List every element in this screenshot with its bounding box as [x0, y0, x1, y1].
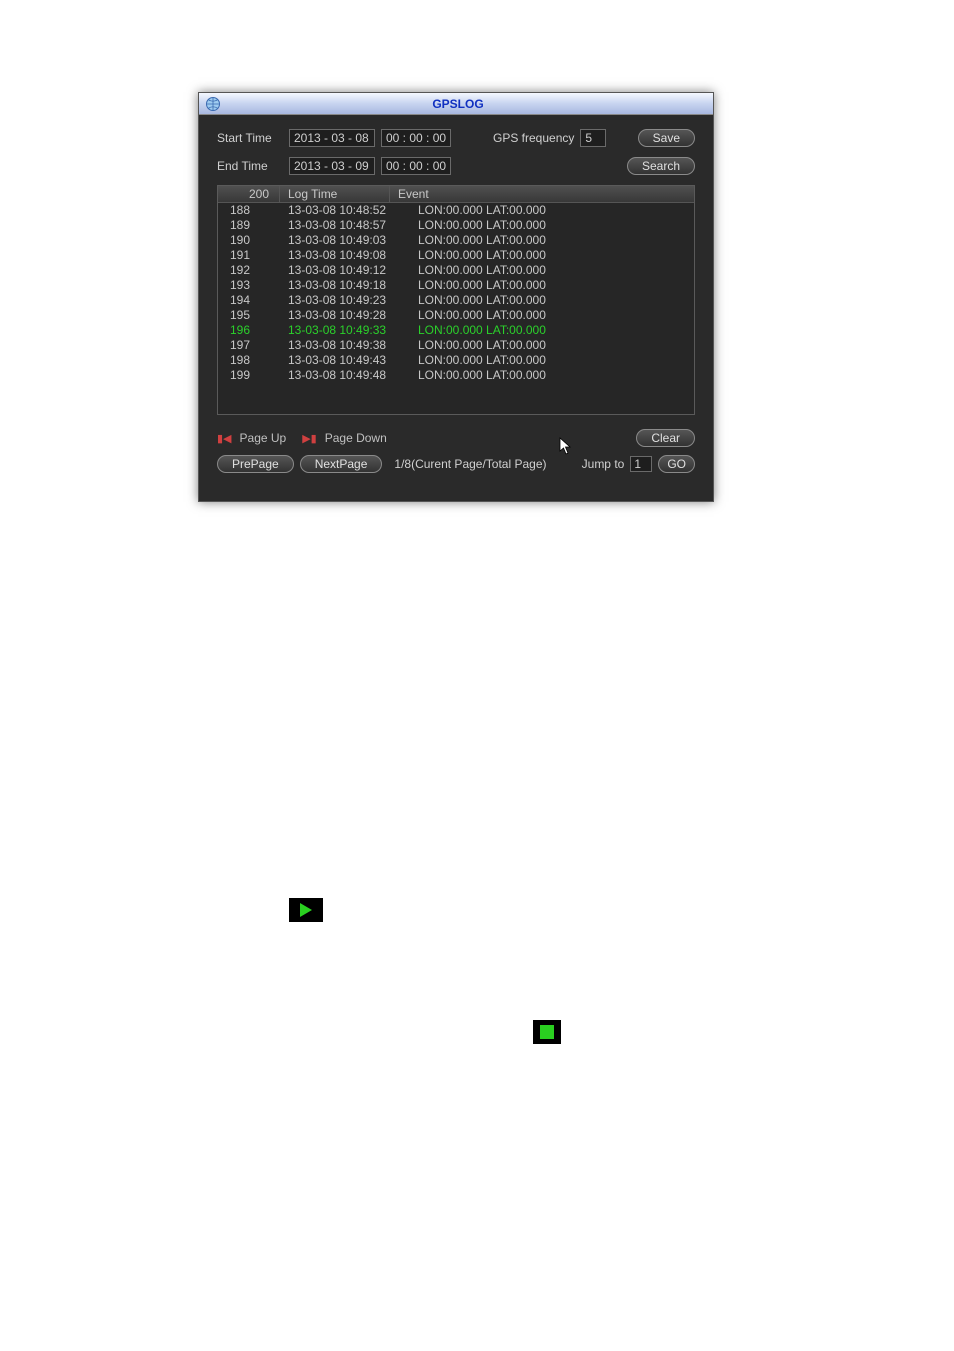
dialog-content: Start Time GPS frequency Save End Time S…: [199, 115, 713, 485]
table-row[interactable]: 19313-03-08 10:49:18LON:00.000 LAT:00.00…: [218, 278, 694, 293]
table-row[interactable]: 19813-03-08 10:49:43LON:00.000 LAT:00.00…: [218, 353, 694, 368]
start-time-row: Start Time GPS frequency Save: [217, 129, 695, 147]
play-icon[interactable]: [289, 898, 323, 922]
gpslog-dialog: GPSLOG Start Time GPS frequency Save End…: [198, 92, 714, 502]
dialog-title: GPSLOG: [227, 97, 689, 111]
row-index: 193: [218, 278, 280, 293]
table-row[interactable]: 19013-03-08 10:49:03LON:00.000 LAT:00.00…: [218, 233, 694, 248]
pagination-row-2: PrePage NextPage 1/8(Curent Page/Total P…: [217, 455, 695, 473]
end-date-field[interactable]: [289, 157, 375, 175]
row-time: 13-03-08 10:49:28: [280, 308, 410, 323]
save-button[interactable]: Save: [638, 129, 695, 147]
row-time: 13-03-08 10:49:08: [280, 248, 410, 263]
page-up-link[interactable]: Page Up: [240, 431, 287, 445]
table-row[interactable]: 19413-03-08 10:49:23LON:00.000 LAT:00.00…: [218, 293, 694, 308]
start-time-label: Start Time: [217, 131, 283, 145]
table-row[interactable]: 19213-03-08 10:49:12LON:00.000 LAT:00.00…: [218, 263, 694, 278]
page-info: 1/8(Curent Page/Total Page): [394, 457, 546, 471]
row-index: 198: [218, 353, 280, 368]
row-event: LON:00.000 LAT:00.000: [410, 203, 694, 218]
row-time: 13-03-08 10:49:12: [280, 263, 410, 278]
row-time: 13-03-08 10:49:23: [280, 293, 410, 308]
table-body: 18813-03-08 10:48:52LON:00.000 LAT:00.00…: [218, 203, 694, 383]
table-row[interactable]: 19513-03-08 10:49:28LON:00.000 LAT:00.00…: [218, 308, 694, 323]
nextpage-button[interactable]: NextPage: [300, 455, 383, 473]
row-index: 188: [218, 203, 280, 218]
col-event-header[interactable]: Event: [390, 186, 694, 202]
globe-icon: [205, 96, 221, 112]
row-event: LON:00.000 LAT:00.000: [410, 218, 694, 233]
row-index: 197: [218, 338, 280, 353]
table-row[interactable]: 18913-03-08 10:48:57LON:00.000 LAT:00.00…: [218, 218, 694, 233]
start-time-field[interactable]: [381, 129, 451, 147]
gps-frequency-label: GPS frequency: [493, 131, 574, 145]
row-index: 190: [218, 233, 280, 248]
row-event: LON:00.000 LAT:00.000: [410, 368, 694, 383]
page-down-icon: ▶▮: [302, 432, 317, 445]
row-index: 194: [218, 293, 280, 308]
table-row[interactable]: 19613-03-08 10:49:33LON:00.000 LAT:00.00…: [218, 323, 694, 338]
prepage-button[interactable]: PrePage: [217, 455, 294, 473]
start-date-field[interactable]: [289, 129, 375, 147]
row-event: LON:00.000 LAT:00.000: [410, 353, 694, 368]
row-time: 13-03-08 10:48:57: [280, 218, 410, 233]
row-event: LON:00.000 LAT:00.000: [410, 308, 694, 323]
search-button[interactable]: Search: [627, 157, 695, 175]
row-event: LON:00.000 LAT:00.000: [410, 293, 694, 308]
row-time: 13-03-08 10:49:48: [280, 368, 410, 383]
table-header: 200 Log Time Event: [218, 186, 694, 203]
page-up-icon: ▮◀: [217, 432, 232, 445]
col-time-header[interactable]: Log Time: [280, 186, 390, 202]
end-time-field[interactable]: [381, 157, 451, 175]
row-event: LON:00.000 LAT:00.000: [410, 248, 694, 263]
stop-icon[interactable]: [533, 1020, 561, 1044]
row-time: 13-03-08 10:48:52: [280, 203, 410, 218]
table-row[interactable]: 19713-03-08 10:49:38LON:00.000 LAT:00.00…: [218, 338, 694, 353]
row-event: LON:00.000 LAT:00.000: [410, 263, 694, 278]
row-time: 13-03-08 10:49:43: [280, 353, 410, 368]
titlebar: GPSLOG: [199, 93, 713, 115]
row-time: 13-03-08 10:49:33: [280, 323, 410, 338]
row-event: LON:00.000 LAT:00.000: [410, 233, 694, 248]
col-index-header[interactable]: 200: [218, 186, 280, 202]
row-time: 13-03-08 10:49:38: [280, 338, 410, 353]
end-time-label: End Time: [217, 159, 283, 173]
row-time: 13-03-08 10:49:18: [280, 278, 410, 293]
row-event: LON:00.000 LAT:00.000: [410, 278, 694, 293]
log-table: 200 Log Time Event 18813-03-08 10:48:52L…: [217, 185, 695, 415]
row-event: LON:00.000 LAT:00.000: [410, 323, 694, 338]
page-down-link[interactable]: Page Down: [325, 431, 387, 445]
table-row[interactable]: 18813-03-08 10:48:52LON:00.000 LAT:00.00…: [218, 203, 694, 218]
row-index: 199: [218, 368, 280, 383]
row-index: 192: [218, 263, 280, 278]
go-button[interactable]: GO: [658, 455, 695, 473]
row-index: 195: [218, 308, 280, 323]
table-row[interactable]: 19913-03-08 10:49:48LON:00.000 LAT:00.00…: [218, 368, 694, 383]
pagination-row-1: ▮◀ Page Up ▶▮ Page Down Clear: [217, 429, 695, 447]
clear-button[interactable]: Clear: [636, 429, 695, 447]
row-event: LON:00.000 LAT:00.000: [410, 338, 694, 353]
jump-to-label: Jump to: [582, 457, 625, 471]
row-index: 189: [218, 218, 280, 233]
row-index: 191: [218, 248, 280, 263]
row-index: 196: [218, 323, 280, 338]
gps-frequency-field[interactable]: [580, 129, 606, 147]
end-time-row: End Time Search: [217, 157, 695, 175]
jump-to-field[interactable]: [630, 456, 652, 472]
row-time: 13-03-08 10:49:03: [280, 233, 410, 248]
table-row[interactable]: 19113-03-08 10:49:08LON:00.000 LAT:00.00…: [218, 248, 694, 263]
